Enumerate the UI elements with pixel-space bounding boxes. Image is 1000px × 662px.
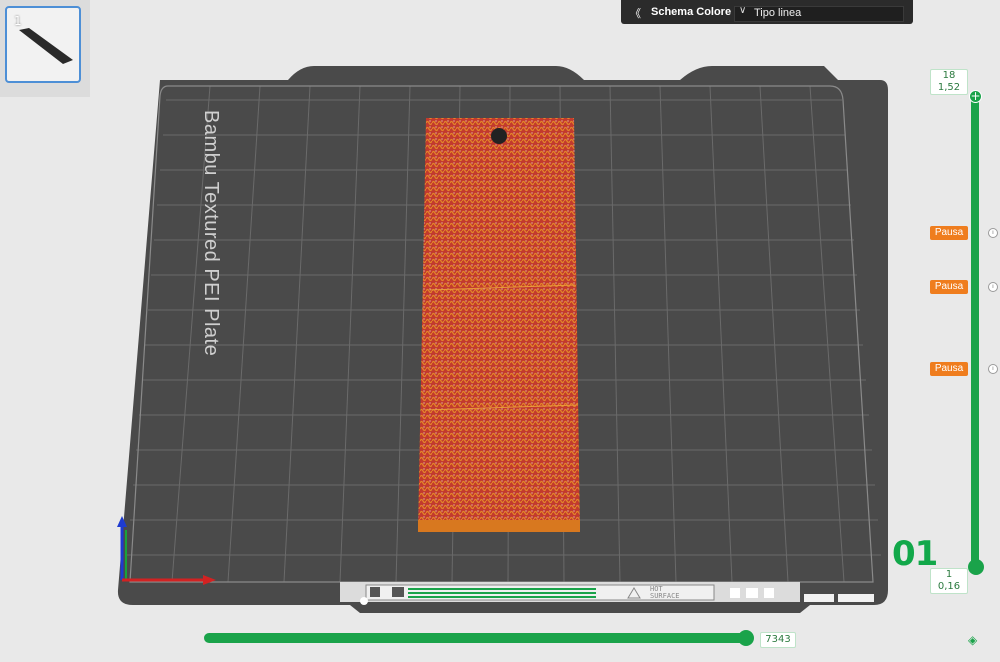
layer-bottom-height: 0,16 bbox=[937, 581, 961, 592]
color-scheme-value: Tipo linea bbox=[754, 7, 802, 19]
sliced-model bbox=[418, 118, 580, 532]
layer-bottom-label: 1 0,16 bbox=[930, 568, 968, 594]
layer-bottom-number: 1 bbox=[945, 569, 953, 580]
pause-edit-icon[interactable]: ı bbox=[988, 228, 998, 238]
pause-marker[interactable]: Pausa bbox=[930, 362, 968, 376]
pause-marker[interactable]: Pausa bbox=[930, 226, 968, 240]
layer-slider-track[interactable] bbox=[971, 97, 979, 567]
chevron-down-icon[interactable]: ∨ bbox=[739, 5, 746, 16]
plate-name-label: Bambu Textured PEI Plate bbox=[200, 110, 222, 357]
layer-top-label: 18 1,52 bbox=[930, 69, 968, 95]
move-slider-value: 7343 bbox=[760, 632, 796, 648]
hot-surface-label: HOT SURFACE bbox=[650, 585, 680, 600]
color-scheme-title: Schema Colore bbox=[651, 6, 732, 18]
pause-marker[interactable]: Pausa bbox=[930, 280, 968, 294]
move-slider-track[interactable] bbox=[204, 633, 749, 643]
double-chevron-down-icon[interactable]: 《 bbox=[630, 5, 641, 21]
layer-top-height: 1,52 bbox=[937, 82, 961, 93]
pause-edit-icon[interactable]: ı bbox=[988, 282, 998, 292]
layer-top-handle[interactable]: + bbox=[969, 90, 982, 103]
move-slider-handle[interactable] bbox=[738, 630, 754, 646]
pause-edit-icon[interactable]: ı bbox=[988, 364, 998, 374]
layer-top-number: 18 bbox=[942, 70, 956, 81]
layers-icon[interactable]: ◈ bbox=[968, 633, 977, 647]
layer-bottom-handle[interactable] bbox=[968, 559, 984, 575]
build-plate-view[interactable] bbox=[0, 0, 1000, 662]
